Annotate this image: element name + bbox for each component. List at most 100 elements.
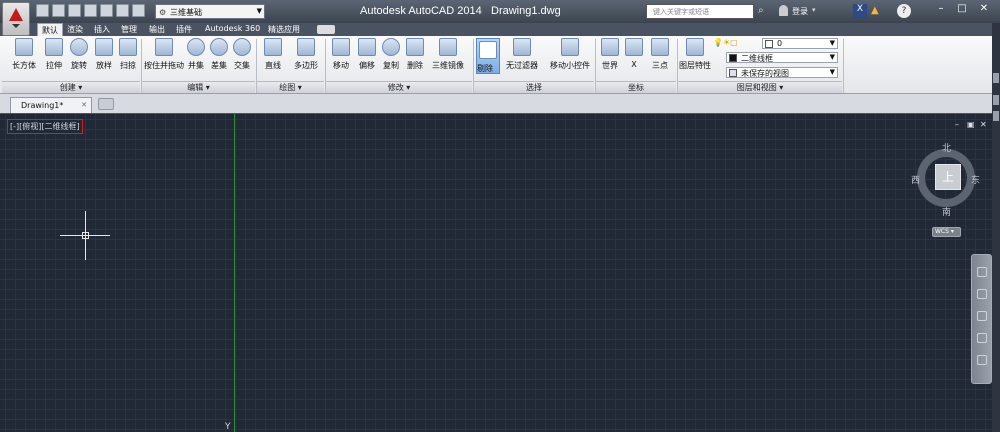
viewport-restore-icon[interactable]: ▣ (967, 120, 975, 129)
user-icon (779, 5, 788, 16)
presspull-label: 按住并拖动 (144, 61, 184, 70)
open-icon[interactable] (52, 4, 65, 17)
draw-group-label[interactable]: 绘图 ▾ (257, 81, 324, 93)
world-ucs-label: 世界 (602, 61, 618, 70)
new-icon[interactable] (36, 4, 49, 17)
minimize-button[interactable]: – (930, 3, 952, 18)
search-input[interactable]: 键入关键字或短语 (646, 4, 754, 19)
layer-properties-label: 图层特性 (679, 61, 711, 70)
mirror3d-label: 三维镜像 (432, 61, 464, 70)
ribbon-toggle-icon[interactable] (317, 25, 335, 34)
lightbulb-icon[interactable]: 💡☀▢ (713, 38, 738, 50)
close-icon[interactable]: ✕ (81, 101, 87, 109)
edit-group-label[interactable]: 编辑 ▾ (142, 81, 255, 93)
presspull-icon (155, 38, 173, 56)
divider (843, 39, 844, 93)
chevron-down-icon[interactable]: ▾ (812, 6, 816, 14)
compass-west[interactable]: 西 (911, 173, 920, 186)
culling-icon (479, 41, 497, 59)
line-label: 直线 (265, 61, 281, 70)
wcs-menu-button[interactable]: WCS ▾ (932, 227, 961, 237)
extrude-icon (45, 38, 63, 56)
drawing-canvas[interactable]: [-][俯视][二维线框] – ▣ ✕ Y 上 北 南 东 西 WCS ▾ (0, 113, 992, 432)
scroll-tab[interactable] (993, 111, 999, 121)
showmotion-icon[interactable] (977, 355, 987, 365)
compass-east[interactable]: 东 (971, 173, 980, 186)
right-edge-strip (992, 23, 1000, 432)
undo-icon[interactable] (116, 4, 129, 17)
visual-style-swatch (729, 54, 737, 62)
tab-insert[interactable]: 插入 (94, 23, 110, 36)
sweep-icon (119, 38, 137, 56)
no-filter-label: 无过滤器 (506, 61, 538, 70)
named-view-value: 未保存的视图 (741, 69, 789, 78)
scroll-tab[interactable] (993, 95, 999, 105)
erase-icon (406, 38, 424, 56)
zoom-icon[interactable] (977, 311, 987, 321)
ucs-x-icon (625, 38, 643, 56)
chevron-down-icon (12, 24, 20, 28)
compass-north[interactable]: 北 (942, 141, 951, 154)
tab-render[interactable]: 渲染 (67, 23, 83, 36)
offset-icon (358, 38, 376, 56)
app-title: Autodesk AutoCAD 2014 (360, 5, 482, 17)
copy-label: 复制 (383, 61, 399, 70)
application-menu-button[interactable] (2, 2, 30, 36)
save-as-icon[interactable] (84, 4, 97, 17)
autodesk-app-icon[interactable]: ▲ (871, 5, 879, 16)
named-view-select[interactable]: 未保存的视图 ▼ (726, 67, 838, 78)
create-group-label[interactable]: 创建 ▾ (2, 81, 140, 93)
scroll-tab[interactable] (993, 73, 999, 83)
pan-icon[interactable] (977, 289, 987, 299)
coords-group-label[interactable]: 坐标 (596, 81, 676, 93)
extrude-label: 拉伸 (46, 61, 62, 70)
tab-output[interactable]: 输出 (149, 23, 165, 36)
file-tab-bar: Drawing1* ✕ (0, 94, 992, 113)
layer-value: 0 (777, 39, 783, 48)
intersect-label: 交集 (234, 61, 250, 70)
chevron-down-icon: ▼ (829, 68, 835, 76)
union-label: 并集 (188, 61, 204, 70)
modify-group-label[interactable]: 修改 ▾ (326, 81, 472, 93)
viewport-close-icon[interactable]: ✕ (980, 120, 987, 129)
save-icon[interactable] (68, 4, 81, 17)
tab-default[interactable]: 默认 (37, 23, 63, 36)
ucs-icon: Y (225, 422, 231, 432)
move-label: 移动 (333, 61, 349, 70)
viewport-controls-label[interactable]: [-][俯视][二维线框] (7, 119, 83, 134)
tab-addins[interactable]: 插件 (176, 23, 192, 36)
filter-icon (513, 38, 531, 56)
autocad-logo-icon (9, 8, 23, 21)
three-point-ucs-label: 三点 (652, 61, 668, 70)
tab-featured-apps[interactable]: 精选应用 (268, 23, 300, 36)
layer-select[interactable]: 0 ▼ (762, 38, 838, 49)
culling-button[interactable]: 剔除 (476, 38, 500, 74)
search-icon[interactable]: ⌕ (758, 5, 764, 16)
redo-icon[interactable] (132, 4, 145, 17)
viewport-minimize-icon[interactable]: – (955, 120, 959, 129)
new-drawing-tab-button[interactable] (98, 98, 114, 110)
select-group-label[interactable]: 选择 (474, 81, 594, 93)
file-tab-drawing1[interactable]: Drawing1* ✕ (10, 97, 92, 113)
close-button[interactable]: ✕ (973, 3, 995, 18)
tab-manage[interactable]: 管理 (121, 23, 137, 36)
layer-properties-icon (686, 38, 704, 56)
print-icon[interactable] (100, 4, 113, 17)
move-icon (332, 38, 350, 56)
ribbon-tab-bar: 默认 渲染 插入 管理 输出 插件 Autodesk 360 精选应用 (0, 23, 1000, 36)
tab-autodesk360[interactable]: Autodesk 360 (205, 23, 260, 36)
revolve-icon (70, 38, 88, 56)
workspace-select[interactable]: ⚙ 三维基础 ▼ (155, 4, 265, 19)
layers-group-label[interactable]: 图层和视图 ▾ (678, 81, 842, 93)
visual-style-select[interactable]: 二维线框 ▼ (726, 52, 838, 63)
login-link[interactable]: 登录 (792, 6, 808, 17)
compass-south[interactable]: 南 (942, 205, 951, 218)
exchange-icon[interactable]: X (853, 4, 867, 18)
viewcube-top-face[interactable]: 上 (935, 164, 961, 190)
maximize-button[interactable]: □ (951, 3, 973, 18)
loft-icon (95, 38, 113, 56)
steering-wheel-icon[interactable] (977, 267, 987, 277)
help-icon[interactable]: ? (897, 4, 911, 18)
orbit-icon[interactable] (977, 333, 987, 343)
box-label: 长方体 (12, 61, 36, 70)
